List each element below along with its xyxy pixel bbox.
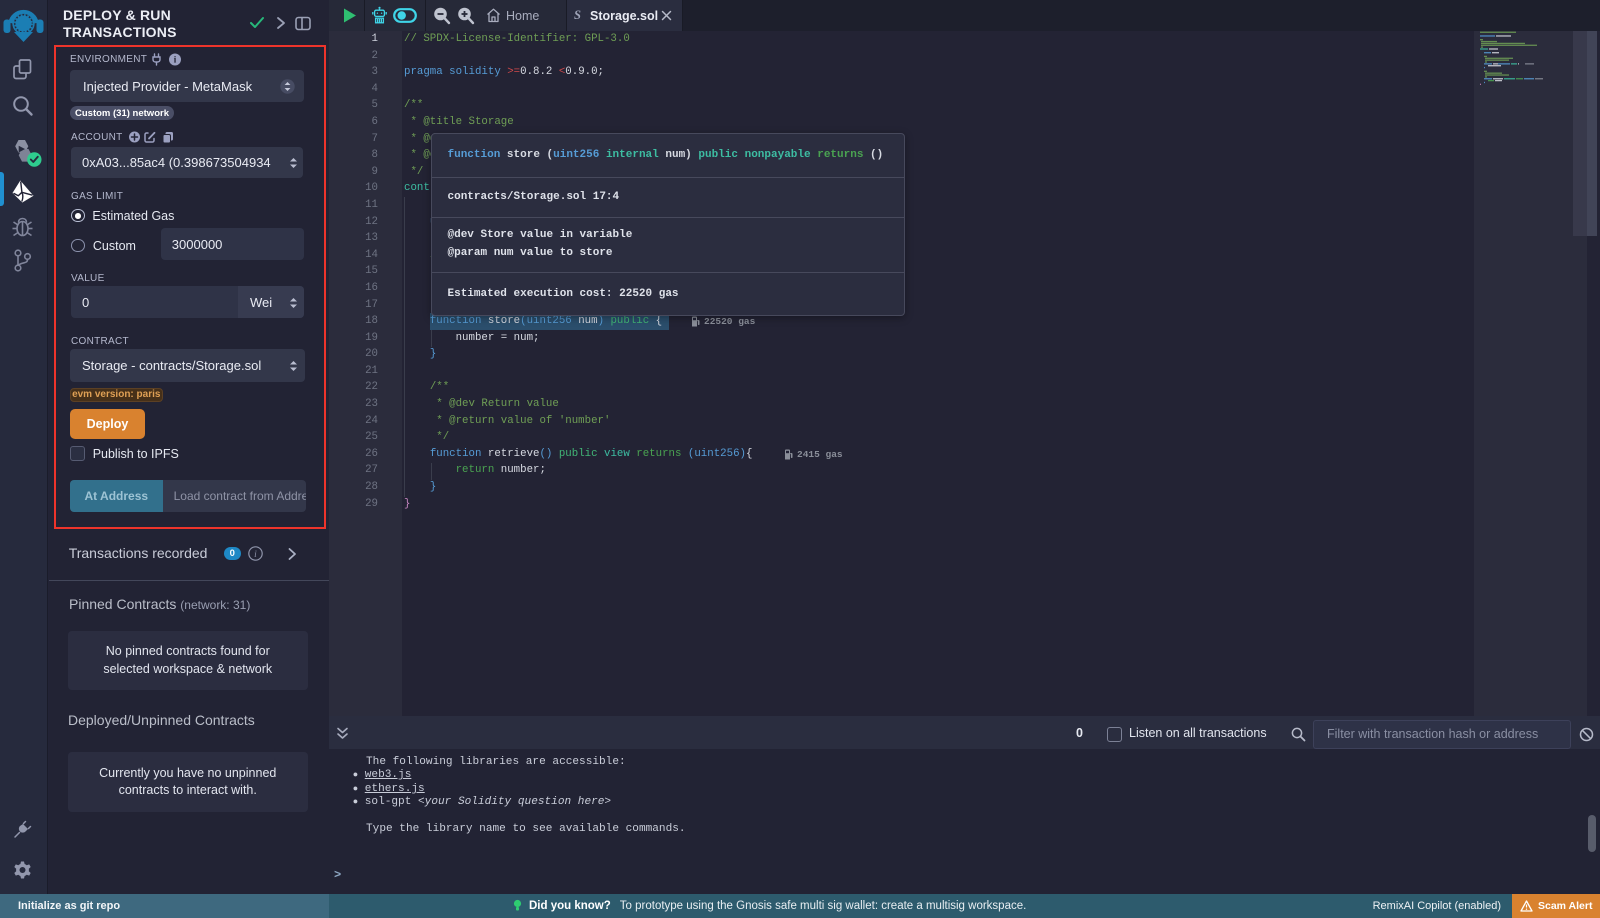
svg-text:i: i xyxy=(254,550,257,560)
